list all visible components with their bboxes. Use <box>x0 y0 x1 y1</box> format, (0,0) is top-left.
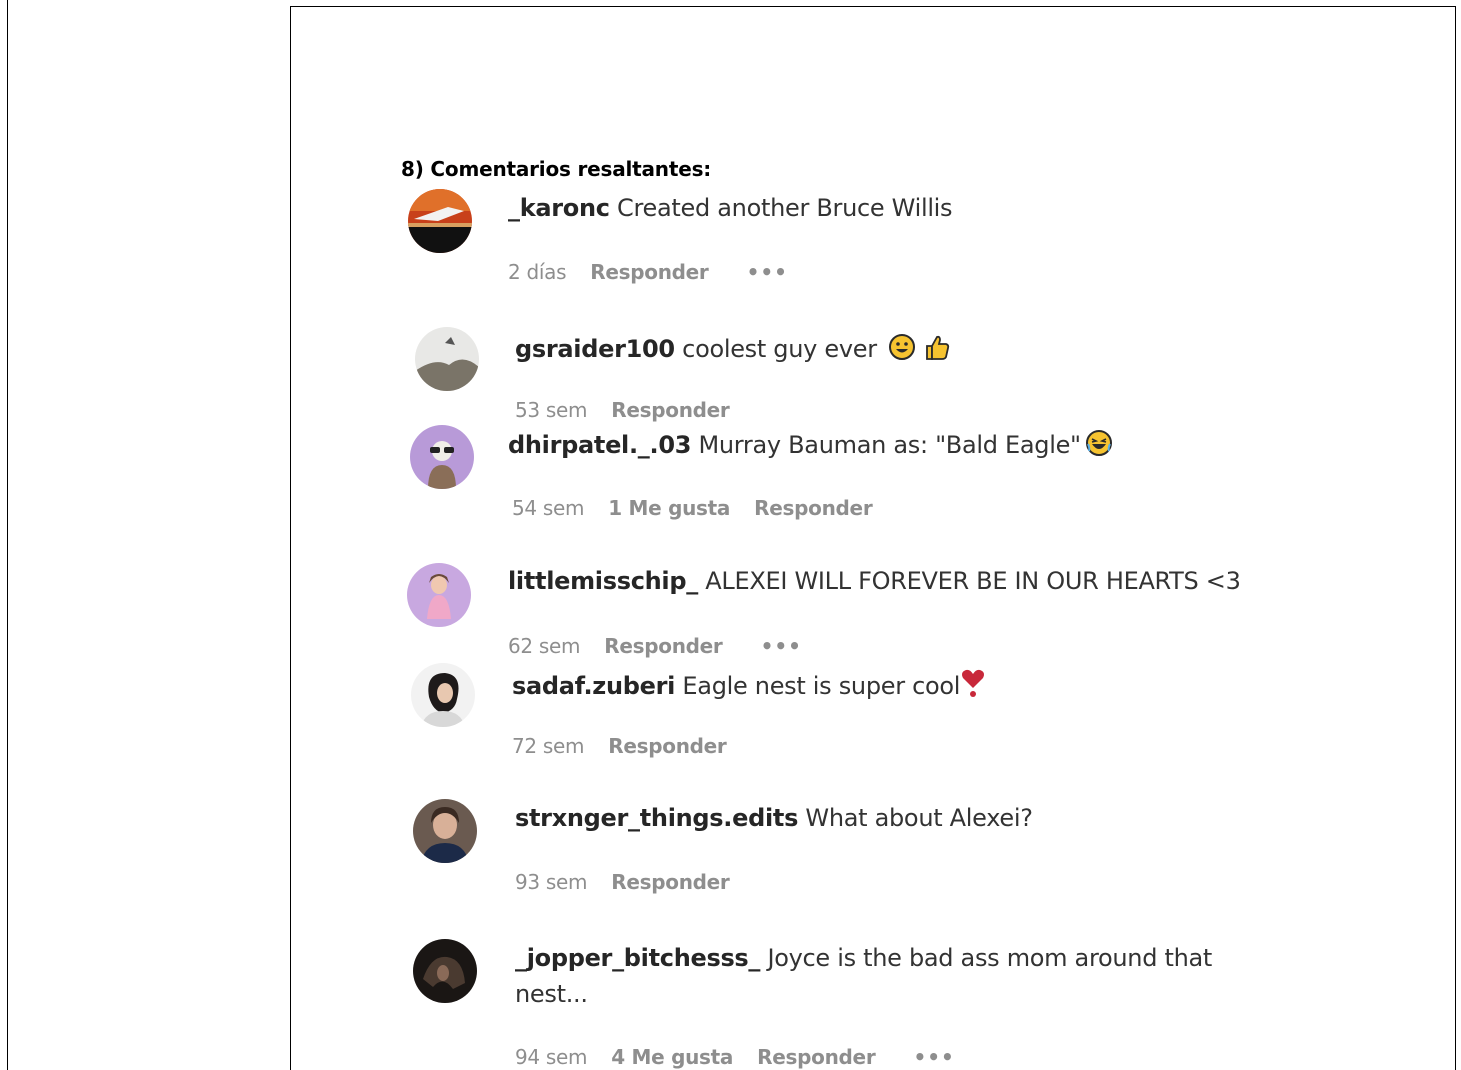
likes-count[interactable]: 4 Me gusta <box>611 1045 733 1069</box>
comment-time[interactable]: 54 sem <box>512 496 585 520</box>
comment-time[interactable]: 2 días <box>508 260 567 284</box>
table-border-column <box>290 6 291 1070</box>
comment-username[interactable]: dhirpatel._.03 <box>508 431 691 459</box>
avatar-image <box>407 563 471 627</box>
comment-username[interactable]: _karonc <box>508 194 610 222</box>
reply-button[interactable]: Responder <box>611 398 730 422</box>
comment-username[interactable]: littlemisschip_ <box>508 567 698 595</box>
comment-username[interactable]: gsraider100 <box>515 335 675 363</box>
reply-button[interactable]: Responder <box>757 1045 876 1069</box>
avatar[interactable] <box>407 563 471 627</box>
avatar[interactable] <box>413 799 477 863</box>
avatar-image <box>413 939 477 1003</box>
comment-time[interactable]: 62 sem <box>508 634 581 658</box>
comment-time[interactable]: 93 sem <box>515 870 588 894</box>
comment-username[interactable]: _jopper_bitchesss_ <box>515 944 760 972</box>
comment-time[interactable]: 94 sem <box>515 1045 588 1069</box>
comment-time[interactable]: 72 sem <box>512 734 585 758</box>
comment-time[interactable]: 53 sem <box>515 398 588 422</box>
comment-text: ALEXEI WILL FOREVER BE IN OUR HEARTS <3 <box>705 567 1241 595</box>
thumbs-up-emoji <box>923 333 951 367</box>
more-options-icon[interactable]: ••• <box>913 1045 954 1069</box>
comment-text: Murray Bauman as: "Bald Eagle" <box>698 431 1081 459</box>
more-options-icon[interactable]: ••• <box>747 260 788 284</box>
comment-text: coolest guy ever <box>682 335 877 363</box>
table-border-left <box>7 0 8 1070</box>
smiley-emoji <box>888 333 916 367</box>
reply-button[interactable]: Responder <box>604 634 723 658</box>
comment-username[interactable]: sadaf.zuberi <box>512 672 675 700</box>
reply-button[interactable]: Responder <box>608 734 727 758</box>
avatar[interactable] <box>411 663 475 727</box>
avatar[interactable] <box>415 327 479 391</box>
more-options-icon[interactable]: ••• <box>761 634 802 658</box>
table-border-right <box>1455 6 1456 1070</box>
heart-exclamation-emoji <box>960 668 986 704</box>
avatar-image <box>415 327 479 391</box>
avatar-image <box>411 663 475 727</box>
reply-button[interactable]: Responder <box>754 496 873 520</box>
avatar-image <box>413 799 477 863</box>
comment-text: Eagle nest is super cool <box>682 672 961 700</box>
avatar-image <box>410 425 474 489</box>
avatar[interactable] <box>408 189 472 253</box>
section-title: 8) Comentarios resaltantes: <box>401 157 712 181</box>
likes-count[interactable]: 1 Me gusta <box>608 496 730 520</box>
avatar-image <box>408 189 472 253</box>
comment-text: What about Alexei? <box>805 804 1033 832</box>
comment-username[interactable]: strxnger_things.edits <box>515 804 798 832</box>
reply-button[interactable]: Responder <box>611 870 730 894</box>
document-page: 8) Comentarios resaltantes: _karonc Crea… <box>0 0 1461 1070</box>
reply-button[interactable]: Responder <box>590 260 709 284</box>
laughing-emoji <box>1085 429 1113 463</box>
table-border-top <box>290 6 1456 7</box>
avatar[interactable] <box>413 939 477 1003</box>
comment-text: Created another Bruce Willis <box>617 194 953 222</box>
avatar[interactable] <box>410 425 474 489</box>
